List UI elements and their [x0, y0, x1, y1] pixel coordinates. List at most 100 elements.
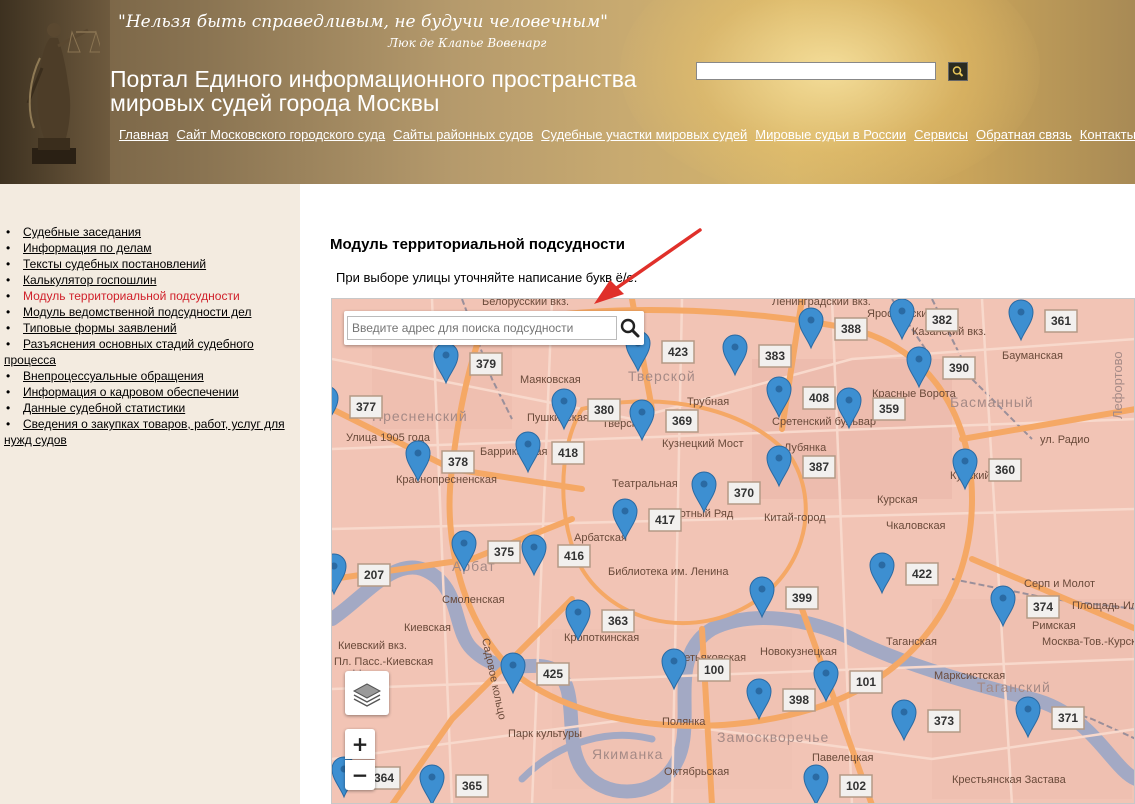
map-pin-dot: [442, 351, 450, 359]
sidebar-link-cases[interactable]: Информация по делам: [23, 241, 152, 255]
place-label: Площадь Ильича: [1072, 600, 1135, 612]
marker-label: 390: [949, 361, 969, 375]
place-label: Смоленская: [442, 594, 505, 606]
map-pin-dot: [524, 440, 532, 448]
place-label: Октябрьская: [664, 766, 729, 778]
header-glow: [620, 0, 1040, 184]
map-pin-dot: [822, 669, 830, 677]
place-label: Китай-город: [764, 512, 826, 524]
sidebar-item: Модуль ведомственной подсудности дел: [4, 304, 294, 320]
marker-label: 378: [448, 455, 468, 469]
marker-label: 377: [356, 400, 376, 414]
marker-label: 379: [476, 357, 496, 371]
zoom-out-button[interactable]: −: [345, 760, 375, 790]
place-label: ул. Радио: [1040, 434, 1090, 446]
sidebar-item: Сведения о закупках товаров, работ, услу…: [4, 416, 294, 448]
header-quote-author: Люк де Клапье Вовенарг: [388, 36, 547, 50]
nav-magistrates-russia[interactable]: Мировые судьи в России: [755, 127, 906, 142]
map-pin-dot: [878, 561, 886, 569]
main-nav: Главная Сайт Московского городского суда С…: [119, 127, 1135, 142]
map-pin-dot: [999, 594, 1007, 602]
site-search-button[interactable]: [948, 62, 968, 81]
site-title: Портал Единого информационного пространс…: [110, 66, 637, 116]
map-pin-dot: [428, 773, 436, 781]
sidebar-link-calculator[interactable]: Калькулятор госпошлин: [23, 273, 157, 287]
nav-feedback[interactable]: Обратная связь: [976, 127, 1072, 142]
district-label: Басманный: [950, 394, 1034, 410]
nav-contacts[interactable]: Контакты: [1080, 127, 1135, 142]
sidebar-item: Калькулятор госпошлин: [4, 272, 294, 288]
place-label: Павелецкая: [812, 752, 874, 764]
themis-statue-icon: [26, 23, 100, 164]
map-pin-dot: [961, 457, 969, 465]
map-pin-dot: [845, 396, 853, 404]
address-search-input[interactable]: [347, 316, 617, 340]
marker-label: 380: [594, 403, 614, 417]
map-pin-dot: [621, 507, 629, 515]
place-label: Театральная: [612, 478, 678, 490]
marker-label: 417: [655, 513, 675, 527]
marker-label: 375: [494, 545, 514, 559]
place-label: Чкаловская: [886, 520, 946, 532]
nav-district-courts[interactable]: Сайты районных судов: [393, 127, 533, 142]
header-quote: "Нельзя быть справедливым, не будучи чел…: [118, 12, 608, 32]
map-pin-dot: [574, 608, 582, 616]
sidebar: Судебные заседания Информация по делам Т…: [0, 184, 300, 804]
place-label: Ленинградский вкз.: [772, 299, 871, 308]
map-pin-dot: [560, 397, 568, 405]
place-label: Полянка: [662, 716, 706, 728]
map-pin-dot: [1017, 308, 1025, 316]
marker-label: 398: [789, 693, 809, 707]
place-label: Таганская: [886, 636, 937, 648]
district-label: Якиманка: [592, 746, 663, 762]
sidebar-link-staffing[interactable]: Информация о кадровом обеспечении: [23, 385, 239, 399]
search-icon: [952, 66, 964, 77]
marker-label: 374: [1033, 600, 1053, 614]
marker-label: 371: [1058, 711, 1078, 725]
map-pin-dot: [414, 449, 422, 457]
nav-court-sites[interactable]: Судебные участки мировых судей: [541, 127, 747, 142]
district-label: Лефортово: [1110, 351, 1125, 419]
sidebar-link-forms[interactable]: Типовые формы заявлений: [23, 321, 177, 335]
zoom-in-button[interactable]: +: [345, 729, 375, 759]
nav-home[interactable]: Главная: [119, 127, 168, 142]
marker-label: 102: [846, 779, 866, 793]
address-search-button[interactable]: [618, 316, 642, 340]
sidebar-link-statistics[interactable]: Данные судебной статистики: [23, 401, 185, 415]
marker-label: 100: [704, 663, 724, 677]
marker-label: 422: [912, 567, 932, 581]
place-label: Кузнецкий Мост: [662, 438, 744, 450]
map-canvas[interactable]: Пресненский Тверской Басманный Арбат Яки…: [332, 299, 1135, 804]
map-pin-dot: [775, 454, 783, 462]
nav-services[interactable]: Сервисы: [914, 127, 968, 142]
sidebar-link-departmental[interactable]: Модуль ведомственной подсудности дел: [23, 305, 251, 319]
sidebar-item: Тексты судебных постановлений: [4, 256, 294, 272]
place-label: Новокузнецкая: [760, 646, 837, 658]
site-search-input[interactable]: [696, 62, 936, 80]
map[interactable]: Пресненский Тверской Басманный Арбат Яки…: [331, 298, 1135, 804]
place-label: Сретенский бульвар: [772, 416, 876, 428]
district-label: Пресненский: [372, 408, 468, 424]
place-label: Киевский вкз.: [338, 640, 407, 652]
marker-label: 370: [734, 486, 754, 500]
sidebar-menu: Судебные заседания Информация по делам Т…: [4, 224, 294, 448]
sidebar-link-procurement[interactable]: Сведения о закупках товаров, работ, услу…: [4, 417, 285, 447]
sidebar-link-hearings[interactable]: Судебные заседания: [23, 225, 141, 239]
marker-label: 388: [841, 322, 861, 336]
place-label: Маяковская: [520, 374, 581, 386]
map-pin-dot: [460, 539, 468, 547]
nav-mgs[interactable]: Сайт Московского городского суда: [176, 127, 385, 142]
annotation-arrow: [594, 228, 702, 304]
place-label: Бауманская: [1002, 350, 1063, 362]
sidebar-link-territorial[interactable]: Модуль территориальной подсудности: [23, 289, 240, 303]
sidebar-link-stages[interactable]: Разъяснения основных стадий судебного пр…: [4, 337, 254, 367]
layers-icon: [352, 683, 382, 707]
layers-button[interactable]: [345, 671, 389, 715]
sidebar-item: Информация о кадровом обеспечении: [4, 384, 294, 400]
sidebar-item: Разъяснения основных стадий судебного пр…: [4, 336, 294, 368]
place-label: Белорусский вкз.: [482, 299, 569, 308]
sidebar-item: Внепроцессуальные обращения: [4, 368, 294, 384]
sidebar-link-texts[interactable]: Тексты судебных постановлений: [23, 257, 206, 271]
sidebar-link-appeals[interactable]: Внепроцессуальные обращения: [23, 369, 204, 383]
map-pin-dot: [758, 585, 766, 593]
